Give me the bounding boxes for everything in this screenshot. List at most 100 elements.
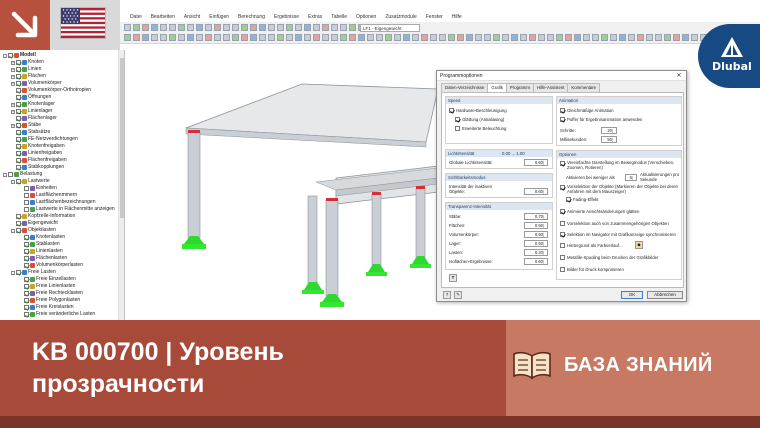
option-smooth-animation[interactable]: Gleichmäßige Animation [560, 107, 614, 114]
toolbar-button[interactable] [214, 24, 221, 31]
toolbar-button[interactable] [322, 24, 329, 31]
toolbar-button[interactable] [583, 34, 590, 41]
toolbar-button[interactable] [322, 34, 329, 41]
option-preselect[interactable]: Vorselektion der Objekte (Markieren der … [560, 184, 679, 195]
visibility-checkbox[interactable] [24, 207, 29, 212]
checkbox[interactable] [560, 117, 565, 122]
toolbar-button[interactable] [142, 24, 149, 31]
toolbar-button[interactable] [664, 34, 671, 41]
visibility-checkbox[interactable] [16, 88, 21, 93]
toolbar-button[interactable] [475, 34, 482, 41]
visibility-checkbox[interactable] [16, 60, 21, 65]
toolbar-button[interactable] [259, 24, 266, 31]
checkbox[interactable] [560, 267, 565, 272]
navigator-item[interactable]: Freie veränderliche Lasten [19, 311, 95, 318]
toolbar-button[interactable] [178, 34, 185, 41]
navigator-item[interactable]: Stabkopplungen [11, 164, 64, 171]
toolbar-button[interactable] [151, 34, 158, 41]
visibility-checkbox[interactable] [16, 214, 21, 219]
global-light-input[interactable]: 0.60 [524, 159, 548, 166]
toolbar-button[interactable] [250, 34, 257, 41]
visibility-checkbox[interactable] [16, 81, 21, 86]
visibility-checkbox[interactable] [24, 263, 29, 268]
toolbar-button[interactable] [232, 24, 239, 31]
visibility-checkbox[interactable] [16, 67, 21, 72]
expand-icon[interactable]: + [11, 67, 15, 72]
toolbar-button[interactable] [133, 34, 140, 41]
checkbox[interactable] [566, 197, 571, 202]
font-button[interactable]: T [449, 274, 457, 282]
toolbar-button[interactable] [232, 34, 239, 41]
option-hardware[interactable]: Hardware-Beschleunigung [449, 107, 507, 114]
visibility-checkbox[interactable] [24, 291, 29, 296]
close-icon[interactable]: ✕ [675, 72, 683, 80]
navigator-item[interactable]: - Lastwerte [11, 178, 50, 185]
visibility-checkbox[interactable] [16, 144, 21, 149]
toolbar-button[interactable] [565, 34, 572, 41]
toolbar-button[interactable] [277, 34, 284, 41]
navigator-item[interactable]: Kopfzeile-Information [11, 213, 75, 220]
toolbar-button[interactable] [142, 34, 149, 41]
navigator-item[interactable]: Freie Kreislasten [19, 304, 74, 311]
toolbar-button[interactable] [241, 34, 248, 41]
toolbar-button[interactable] [151, 24, 158, 31]
expand-icon[interactable]: + [11, 123, 15, 128]
visibility-checkbox[interactable] [8, 172, 13, 177]
menu-item[interactable]: Datei [130, 14, 142, 20]
navigator-item[interactable]: Freie Einzellasten [19, 276, 76, 283]
menu-item[interactable]: Ansicht [184, 14, 200, 20]
toolbar-button[interactable] [493, 34, 500, 41]
navigator-item[interactable]: + Knotenlager [11, 101, 55, 108]
expand-icon[interactable]: + [11, 74, 15, 79]
help-icon[interactable]: ? [443, 291, 451, 299]
navigator-item[interactable]: Freie Polygonlasten [19, 297, 80, 304]
toolbar-button[interactable] [367, 34, 374, 41]
toolbar-button[interactable] [358, 34, 365, 41]
checkbox[interactable] [560, 108, 565, 113]
toolbar-button[interactable] [466, 34, 473, 41]
option-animated[interactable]: Animierte Ansichtsänderungen glätten [560, 208, 639, 215]
visibility-checkbox[interactable] [16, 228, 21, 233]
visibility-checkbox[interactable] [16, 130, 21, 135]
toolbar-button[interactable] [340, 24, 347, 31]
navigator-item[interactable]: Lastflächenmmern [19, 192, 77, 199]
navigator-item[interactable]: Freie Linienlasten [19, 283, 75, 290]
transparency-input[interactable]: 0.70 [524, 213, 548, 220]
dlubal-logo[interactable]: Dlubal [698, 24, 760, 88]
toolbar-button[interactable] [349, 24, 356, 31]
toolbar-button[interactable] [268, 24, 275, 31]
visibility-checkbox[interactable] [24, 256, 29, 261]
menu-item[interactable]: Hilfe [452, 14, 462, 20]
menu-item[interactable]: Extras [308, 14, 322, 20]
visibility-checkbox[interactable] [24, 200, 29, 205]
edit-icon[interactable]: ✎ [454, 291, 462, 299]
checkbox[interactable] [560, 161, 565, 166]
navigator-item[interactable]: + Volumenkörper [11, 80, 62, 87]
option-navigator-sync[interactable]: Selektion im Navigator mit Grafikanzeige… [560, 231, 676, 238]
navigator-item[interactable]: + Flächen [11, 73, 46, 80]
navigator-item[interactable]: Lastwerte in Flächenmitte anzeigen [19, 206, 115, 213]
ok-button[interactable]: OK [621, 291, 643, 299]
visibility-checkbox[interactable] [16, 123, 21, 128]
toolbar-button[interactable] [520, 34, 527, 41]
option-related[interactable]: Vorselektion auch von zusammengehörigen … [560, 220, 669, 227]
visibility-checkbox[interactable] [16, 270, 21, 275]
toolbar-button[interactable] [286, 24, 293, 31]
toolbar-button[interactable] [178, 24, 185, 31]
visibility-checkbox[interactable] [24, 249, 29, 254]
navigator-item[interactable]: + Linienlager [11, 108, 52, 115]
visibility-checkbox[interactable] [24, 235, 29, 240]
toolbar-button[interactable] [637, 34, 644, 41]
toolbar-button[interactable] [547, 34, 554, 41]
visibility-checkbox[interactable] [16, 179, 21, 184]
toolbar-button[interactable] [619, 34, 626, 41]
toolbar-button[interactable] [439, 34, 446, 41]
navigator-item[interactable]: Knotenfreigaben [11, 143, 65, 150]
visibility-checkbox[interactable] [24, 305, 29, 310]
checkbox[interactable] [560, 232, 565, 237]
menu-item[interactable]: Ergebnisse [274, 14, 299, 20]
toolbar-button[interactable] [205, 34, 212, 41]
navigator-item[interactable]: Linienfreigaben [11, 150, 62, 157]
toolbar-button[interactable] [673, 34, 680, 41]
menu-item[interactable]: Zusatzmodule [385, 14, 416, 20]
